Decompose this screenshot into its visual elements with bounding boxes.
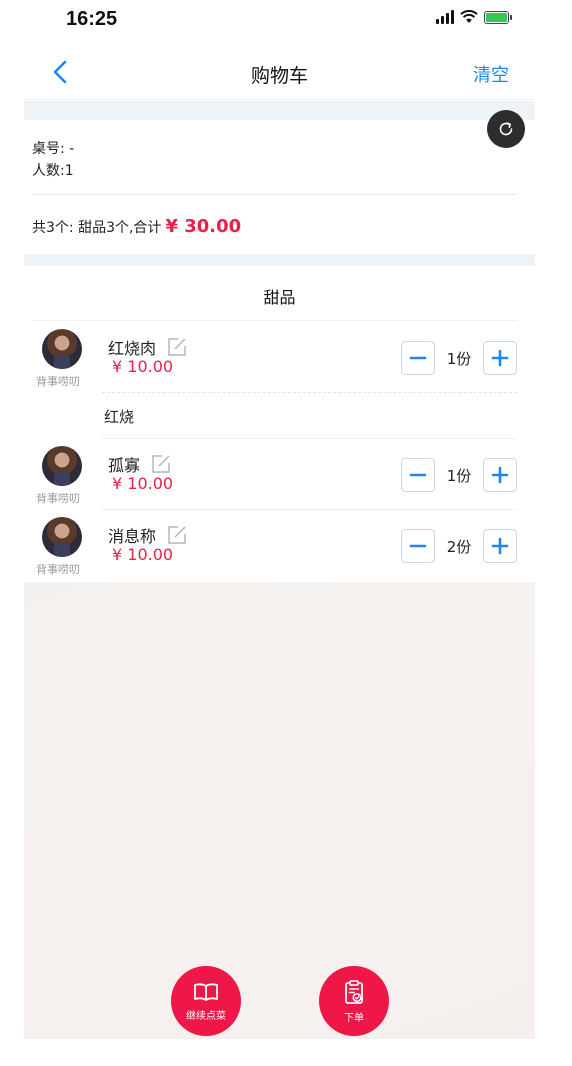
decrease-button[interactable]	[401, 529, 435, 563]
avatar-caption: 背事唠叨	[36, 375, 80, 388]
table-number-label: 桌号:	[32, 141, 65, 157]
empty-area	[24, 582, 535, 1039]
avatar	[42, 517, 82, 557]
avatar	[42, 446, 82, 486]
signal-icon	[436, 10, 454, 24]
refresh-icon	[499, 122, 513, 136]
status-bar: 16:25	[24, 0, 535, 44]
plus-icon	[491, 349, 509, 367]
people-count-label: 人数:	[32, 163, 65, 179]
refresh-button[interactable]	[487, 110, 525, 148]
table-number-value: -	[69, 141, 75, 157]
edit-icon[interactable]	[166, 524, 188, 546]
increase-button[interactable]	[483, 458, 517, 492]
item-price: ¥ 10.00	[112, 474, 174, 493]
minus-icon	[409, 473, 427, 477]
page-title: 购物车	[250, 65, 308, 87]
item-name-row: 孤寡	[108, 452, 172, 476]
separator-band	[24, 254, 535, 266]
item-name: 消息称	[108, 527, 157, 546]
quantity-value: 2份	[446, 537, 472, 556]
table-people-info: 桌号: - 人数:1	[32, 138, 74, 182]
item-name-row: 红烧肉	[108, 335, 188, 359]
wifi-icon	[460, 10, 478, 23]
avatar-caption: 背事唠叨	[36, 563, 80, 576]
status-time: 16:25	[66, 8, 118, 30]
item-name: 红烧肉	[108, 339, 157, 358]
app-frame: 16:25 购物车 清空 桌号: - 人数:1 共3个: 甜品3个,合计 ¥ 3…	[24, 0, 535, 1066]
item-price: ¥ 10.00	[112, 357, 174, 376]
quantity-stepper: 2份	[401, 529, 517, 563]
people-count-row: 人数:1	[32, 160, 74, 182]
divider	[102, 438, 517, 439]
minus-icon	[409, 544, 427, 548]
clipboard-check-icon	[345, 979, 363, 1004]
decrease-button[interactable]	[401, 341, 435, 375]
divider	[32, 320, 517, 321]
quantity-stepper: 1份	[401, 341, 517, 375]
divider	[102, 509, 517, 510]
avatar	[42, 329, 82, 369]
cart-item: 背事唠叨 消息称 ¥ 10.00 2份	[24, 511, 535, 581]
increase-button[interactable]	[483, 341, 517, 375]
order-summary: 共3个: 甜品3个,合计 ¥ 30.00	[32, 216, 241, 237]
clear-button[interactable]: 清空	[473, 61, 509, 87]
edit-icon[interactable]	[166, 336, 188, 358]
item-price: ¥ 10.00	[112, 545, 174, 564]
quantity-stepper: 1份	[401, 458, 517, 492]
decrease-button[interactable]	[401, 458, 435, 492]
summary-total: ¥ 30.00	[165, 216, 242, 237]
divider	[32, 194, 517, 195]
continue-ordering-button[interactable]: 继续点菜	[171, 966, 241, 1036]
battery-icon	[484, 10, 512, 24]
nav-bar: 购物车 清空	[24, 44, 535, 100]
edit-icon[interactable]	[150, 453, 172, 475]
home-indicator-area	[24, 1039, 535, 1066]
quantity-value: 1份	[446, 349, 472, 368]
minus-icon	[409, 356, 427, 360]
item-name: 孤寡	[108, 456, 141, 475]
item-name-row: 消息称	[108, 523, 188, 547]
plus-icon	[491, 466, 509, 484]
summary-text: 共3个: 甜品3个,合计	[32, 220, 162, 236]
quantity-value: 1份	[446, 466, 472, 485]
plus-icon	[491, 537, 509, 555]
status-icons	[436, 10, 512, 24]
table-number-row: 桌号: -	[32, 138, 74, 160]
place-order-label: 下单	[344, 1012, 364, 1024]
cart-item: 背事唠叨 红烧肉 ¥ 10.00 1份	[24, 323, 535, 393]
separator-band	[24, 101, 535, 120]
people-count-value: 1	[64, 163, 74, 179]
order-info: 桌号: - 人数:1 共3个: 甜品3个,合计 ¥ 30.00	[24, 120, 535, 260]
divider	[102, 392, 517, 393]
category-title: 甜品	[263, 288, 296, 307]
cart-item: 背事唠叨 孤寡 ¥ 10.00 1份	[24, 440, 535, 510]
increase-button[interactable]	[483, 529, 517, 563]
book-icon	[194, 982, 218, 1001]
place-order-button[interactable]: 下单	[319, 966, 389, 1036]
item-note: 红烧	[104, 408, 135, 426]
continue-ordering-label: 继续点菜	[186, 1010, 226, 1022]
avatar-caption: 背事唠叨	[36, 492, 80, 505]
